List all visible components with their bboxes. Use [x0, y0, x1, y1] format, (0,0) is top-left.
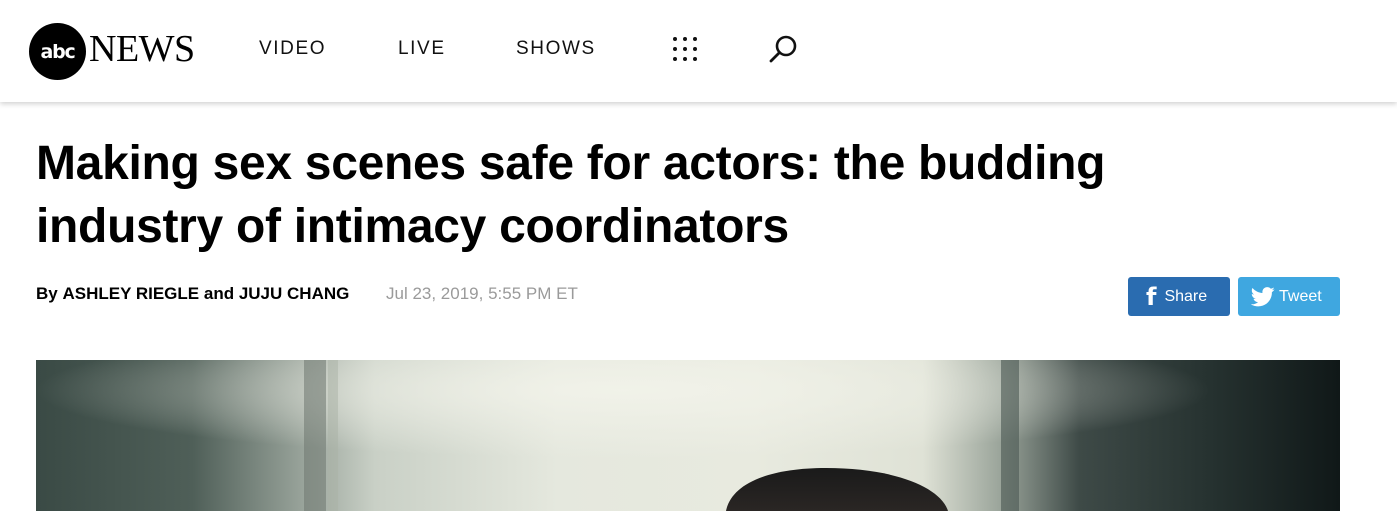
search-icon[interactable]	[768, 33, 800, 65]
publish-date: Jul 23, 2019, 5:55 PM ET	[386, 284, 578, 303]
byline-prefix: By	[36, 284, 58, 303]
facebook-icon: f	[1146, 282, 1157, 311]
news-wordmark: NEWS	[89, 28, 195, 70]
byline: By ASHLEY RIEGLE and JUJU CHANG	[36, 284, 349, 304]
site-header: abc NEWS VIDEO LIVE SHOWS	[0, 0, 1397, 102]
nav-video[interactable]: VIDEO	[259, 38, 326, 60]
facebook-share-button[interactable]: f Share	[1128, 277, 1230, 316]
abc-logo-circle: abc	[29, 23, 86, 80]
facebook-share-label: Share	[1164, 287, 1208, 305]
author-juju-chang[interactable]: JUJU CHANG	[239, 284, 350, 303]
hero-image-scene	[36, 360, 1340, 511]
twitter-tweet-button[interactable]: Tweet	[1238, 277, 1340, 316]
byline-conjunction: and	[203, 284, 235, 303]
twitter-icon	[1251, 286, 1275, 306]
author-ashley-riegle[interactable]: ASHLEY RIEGLE	[62, 284, 199, 303]
hero-image	[36, 360, 1340, 511]
article-headline: Making sex scenes safe for actors: the b…	[36, 137, 1106, 253]
nav-shows[interactable]: SHOWS	[516, 38, 596, 60]
nav-live[interactable]: LIVE	[398, 38, 446, 60]
twitter-tweet-label: Tweet	[1279, 287, 1322, 305]
grid-dots-icon[interactable]	[672, 36, 698, 62]
